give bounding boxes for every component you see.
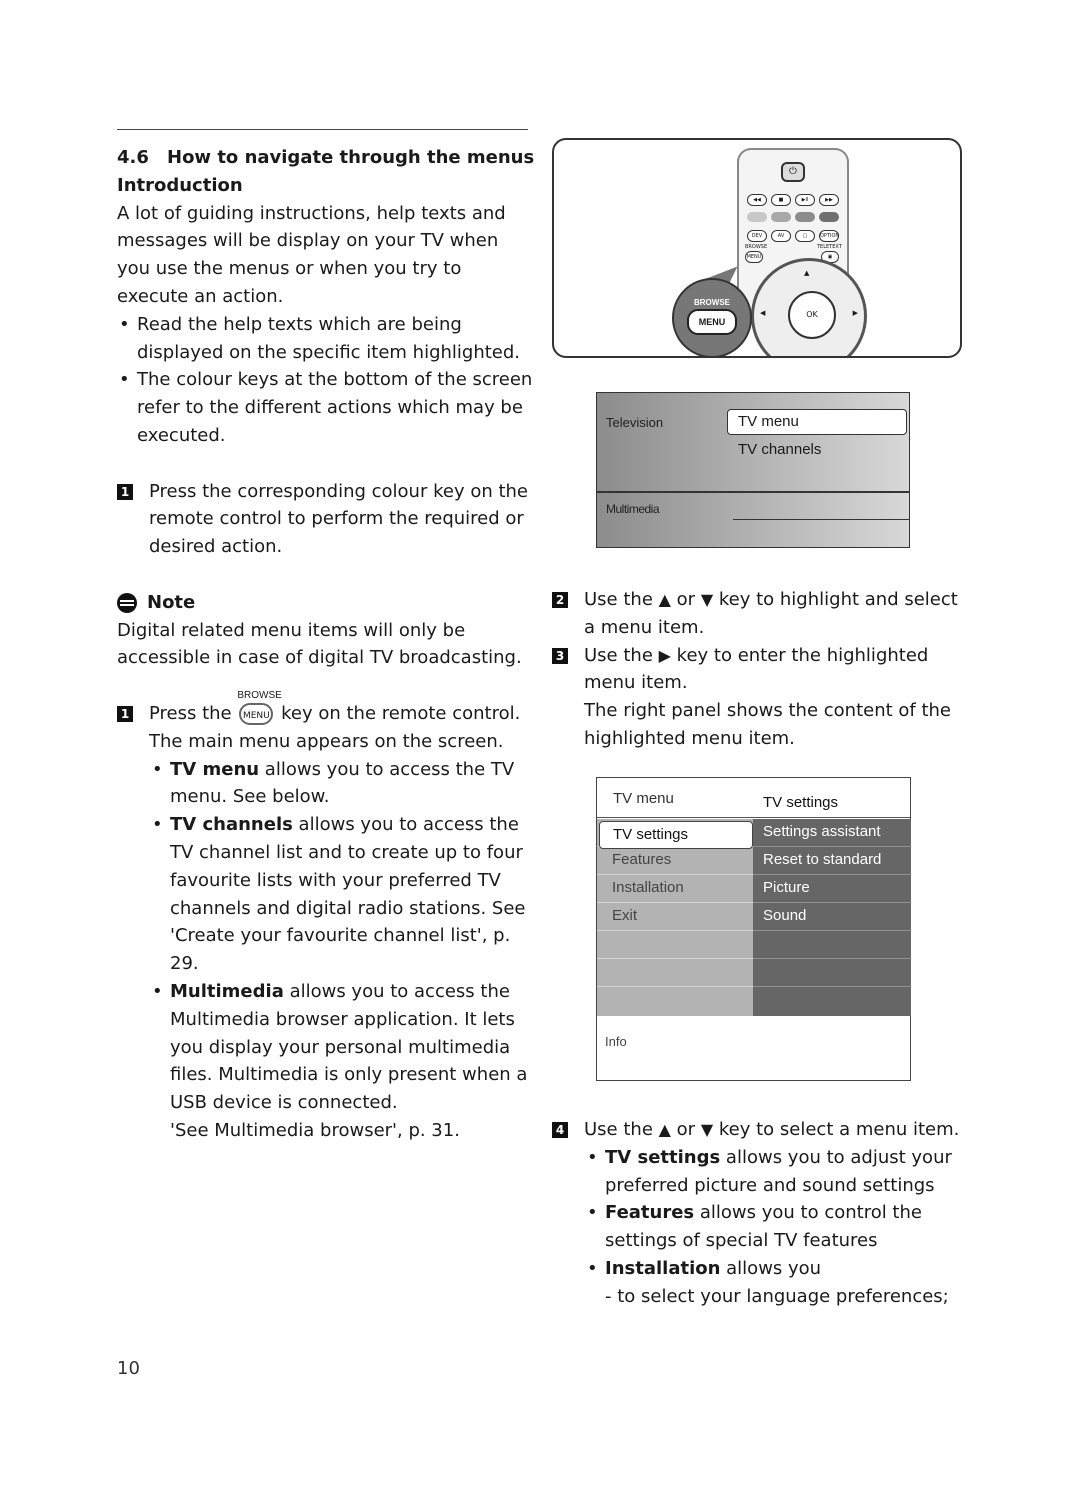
colour-key-1 [747,212,767,222]
step-highlight: 2 Use the ▲ or ▼ key to highlight and sel… [552,586,972,642]
fast-forward-icon: ▶▶ [819,194,839,206]
menu-key-callout: BROWSE MENU [672,278,752,356]
menu-key-icon: BROWSE MENU [237,690,282,725]
menu-row-empty [753,959,911,987]
step-number-badge: 1 [117,483,133,500]
step-number-badge: 4 [552,1122,568,1138]
submenu-item-picture[interactable]: Picture [753,875,911,903]
list-item: Read the help texts which are being disp… [117,311,537,367]
list-item: TV menu allows you to access the TV menu… [117,756,537,812]
menu-header-left: TV menu [613,790,674,807]
down-arrow-icon: ▼ [700,1120,714,1139]
menu-label-multimedia: Multimedia [606,502,660,516]
sub-item: - to select your language preferences; [605,1285,949,1307]
menu-header-right: TV settings [763,794,839,811]
menu-item-installation[interactable]: Installation [597,875,753,903]
menu-row-empty [753,931,911,959]
submenu-item-reset-to-standard[interactable]: Reset to standard [753,847,911,875]
menu-item-tv-channels[interactable]: TV channels [738,441,821,458]
step-colour-keys: 1 Press the corresponding colour key on t… [117,478,537,561]
info-area: Info [605,1034,627,1049]
step-number-badge: 2 [552,592,568,608]
format-key: □ [795,230,815,242]
dev-key: DEV [747,230,767,242]
list-item: Features allows you to control the setti… [552,1199,982,1255]
note-heading: Note [117,589,537,617]
stop-icon: ■ [771,194,791,206]
av-key: AV [771,230,791,242]
ok-button: OK [788,291,836,339]
step-number-badge: 3 [552,647,568,664]
navigation-ring: ▲ ◀ ▶ OK [751,258,867,356]
option-key: OPTION [819,230,839,242]
right-menu-panel: Settings assistant Reset to standard Pic… [753,819,911,1016]
colour-key-4 [819,212,839,222]
left-menu-panel: TV settings Features Installation Exit [597,819,753,1016]
power-icon: ⏻ [781,162,805,182]
colour-key-2 [771,212,791,222]
tv-settings-menu-screen: TV menu TV settings TV settings Features… [596,777,911,1081]
intro-paragraph: A lot of guiding instructions, help text… [117,202,506,307]
note-icon [117,592,137,613]
divider [733,519,909,520]
browse-label: BROWSE [745,244,768,250]
teletext-label: TELETEXT [817,244,842,250]
note-text: Digital related menu items will only be … [117,619,522,669]
up-arrow-icon: ▲ [804,269,810,277]
page-number: 10 [117,1358,140,1379]
tv-main-menu-screen: Television TV menu TV channels Multimedi… [596,392,910,548]
menu-key: MENU [745,251,763,263]
right-arrow-icon: ▶ [852,309,858,317]
menu-header: TV menu TV settings [597,778,910,818]
left-column: 4.6 How to navigate through the menus Int… [117,130,537,1145]
submenu-item-sound[interactable]: Sound [753,903,911,931]
menu-row-empty [597,987,753,1015]
remote-control-illustration: ⏻ ◀◀ ■ ▶II ▶▶ DEV AV □ OPTION BROWSE MEN… [552,138,962,358]
divider [597,491,909,493]
play-pause-icon: ▶II [795,194,815,206]
see-also-reference: 'See Multimedia browser', p. 31. [170,1119,460,1141]
left-arrow-icon: ◀ [760,309,766,317]
list-item: TV channels allows you to access the TV … [117,811,537,978]
step-number-badge: 1 [117,705,133,722]
menu-item-tv-settings-selected[interactable]: TV settings [599,821,753,849]
menu-item-exit[interactable]: Exit [597,903,753,931]
up-arrow-icon: ▲ [658,590,671,609]
menu-row-empty [597,959,753,987]
colour-key-3 [795,212,815,222]
section-heading: 4.6 How to navigate through the menus [117,147,535,168]
up-arrow-icon: ▲ [658,1120,671,1139]
menu-item-tv-menu-selected[interactable]: TV menu [727,409,907,435]
list-item: Installation allows you [552,1255,982,1283]
step-select: 4 Use the ▲ or ▼ key to select a menu ite… [552,1116,982,1144]
menu-label-television: Television [606,415,664,430]
menu-item-features[interactable]: Features [597,847,753,875]
subsection-heading: Introduction [117,174,243,196]
menu-row-empty [597,931,753,959]
right-column-bottom: 4 Use the ▲ or ▼ key to select a menu ite… [552,1116,982,1311]
list-item: TV settings allows you to adjust your pr… [552,1144,982,1200]
right-column: 2 Use the ▲ or ▼ key to highlight and sel… [552,586,972,753]
step-enter: 3 Use the ▶ key to enter the highlighted … [552,642,972,753]
list-item: Multimedia allows you to access the Mult… [117,978,537,1117]
rewind-icon: ◀◀ [747,194,767,206]
menu-row-empty [753,987,911,1015]
list-item: The colour keys at the bottom of the scr… [117,366,537,449]
remote-body: ⏻ ◀◀ ■ ▶II ▶▶ DEV AV □ OPTION BROWSE MEN… [737,148,867,356]
right-arrow-icon: ▶ [658,645,671,665]
down-arrow-icon: ▼ [700,590,714,609]
step-press-menu: 1 Press the BROWSE MENU key on the remote… [117,690,537,756]
submenu-item-settings-assistant[interactable]: Settings assistant [753,819,911,847]
